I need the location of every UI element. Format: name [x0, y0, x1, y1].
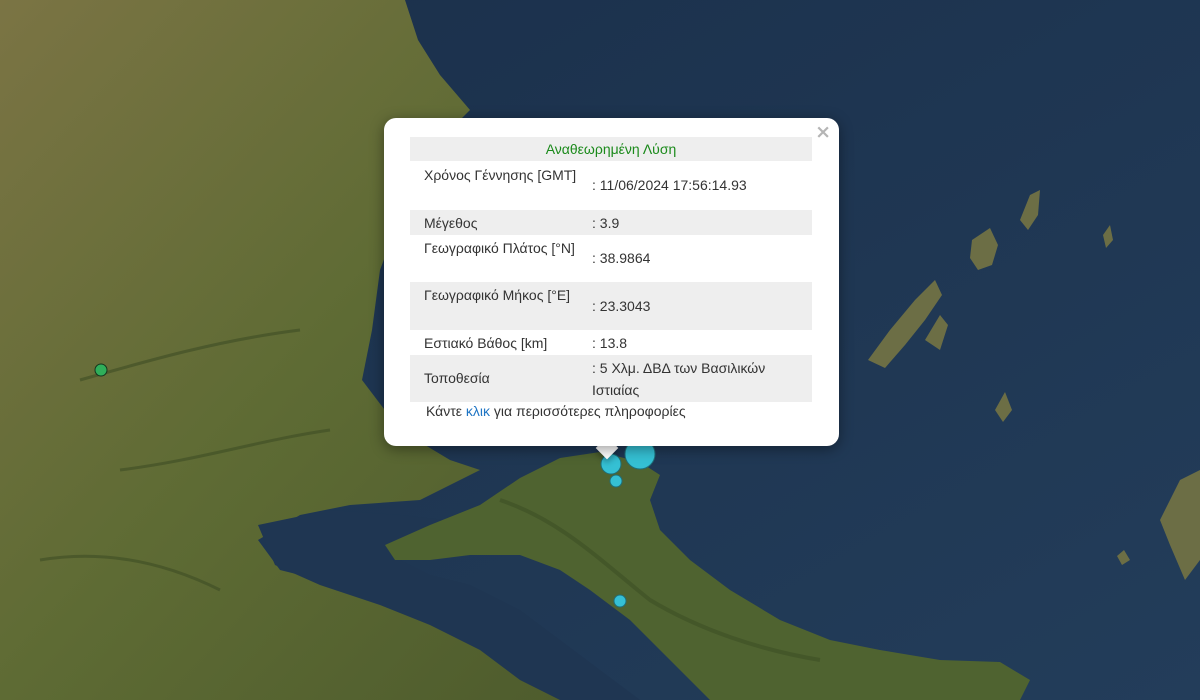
- earthquake-marker[interactable]: [94, 363, 108, 377]
- row-label: Εστιακό Βάθος [km]: [424, 335, 548, 351]
- row-value: : 23.3043: [592, 298, 651, 314]
- row-label: Γεωγραφικό Πλάτος [°N]: [424, 240, 575, 256]
- earthquake-marker[interactable]: [613, 594, 627, 608]
- row-label: Χρόνος Γέννησης [GMT]: [424, 167, 577, 183]
- popup-footer: Κάντε κλικ για περισσότερες πληροφορίες: [426, 403, 686, 419]
- row-value: : 11/06/2024 17:56:14.93: [592, 177, 747, 193]
- row-longitude: Γεωγραφικό Μήκος [°E] : 23.3043: [410, 282, 812, 330]
- row-value: : 38.9864: [592, 250, 651, 266]
- earthquake-marker[interactable]: [609, 474, 623, 488]
- footer-suffix: για περισσότερες πληροφορίες: [490, 403, 686, 419]
- row-latitude: Γεωγραφικό Πλάτος [°N] : 38.9864: [410, 235, 812, 282]
- row-origin-time: Χρόνος Γέννησης [GMT] : 11/06/2024 17:56…: [410, 161, 812, 210]
- row-depth: Εστιακό Βάθος [km] : 13.8: [410, 330, 812, 355]
- row-location: Τοποθεσία : 5 Χλμ. ΔΒΔ των Βασιλικών Ιστ…: [410, 355, 812, 402]
- row-label: Γεωγραφικό Μήκος [°E]: [424, 287, 571, 303]
- row-value: : 13.8: [592, 335, 628, 351]
- footer-prefix: Κάντε: [426, 403, 466, 419]
- popup-title: Αναθεωρημένη Λύση: [410, 137, 812, 161]
- row-magnitude: Μέγεθος : 3.9: [410, 210, 812, 235]
- row-label: Μέγεθος: [424, 215, 478, 231]
- earthquake-info-popup: × Αναθεωρημένη Λύση Χρόνος Γέννησης [GMT…: [384, 118, 839, 446]
- row-label: Τοποθεσία: [424, 370, 490, 386]
- more-info-link[interactable]: κλικ: [466, 403, 490, 419]
- row-value: : 5 Χλμ. ΔΒΔ των Βασιλικών Ιστιαίας: [592, 360, 766, 398]
- close-button[interactable]: ×: [815, 122, 831, 142]
- row-value: : 3.9: [592, 215, 620, 231]
